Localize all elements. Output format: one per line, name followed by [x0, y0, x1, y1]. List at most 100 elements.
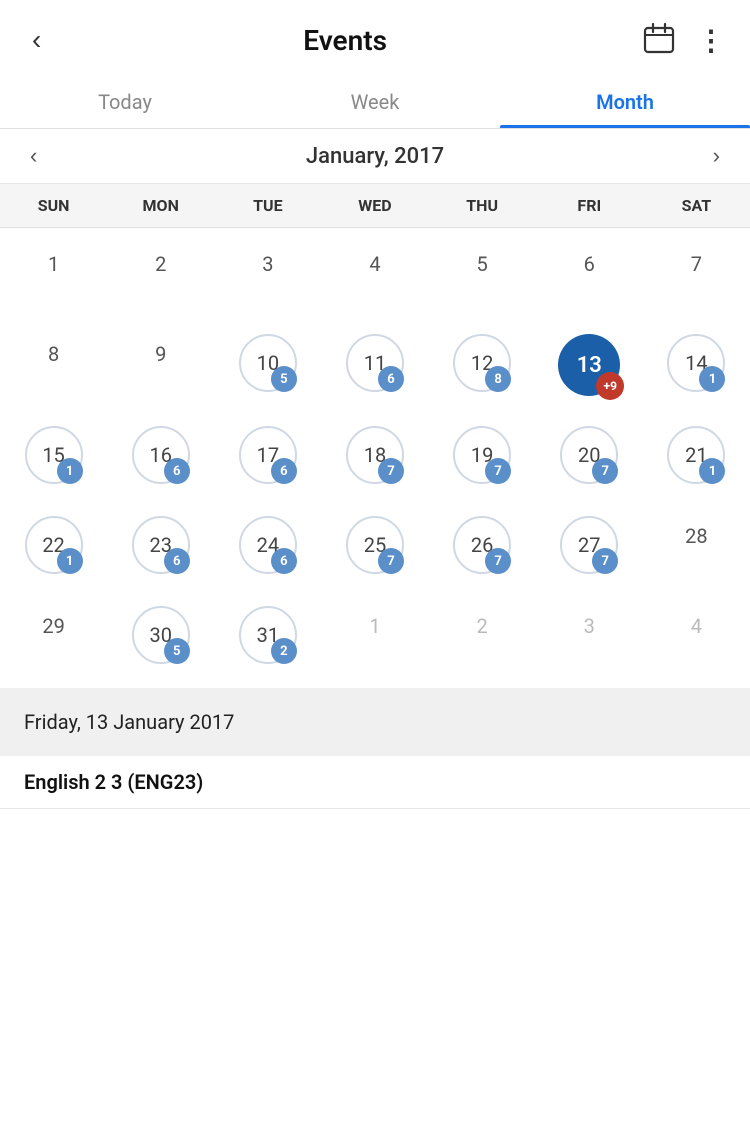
date-number: 9 — [155, 342, 166, 366]
back-button[interactable]: ‹ — [24, 20, 49, 60]
calendar-cell[interactable]: 17 6 — [214, 410, 321, 500]
day-ring: 24 6 — [239, 516, 297, 574]
day-ring: 20 7 — [560, 426, 618, 484]
date-number: 3 — [584, 614, 595, 638]
event-badge: 1 — [57, 548, 83, 574]
day-header-fri: FRI — [536, 192, 643, 219]
info-bar: Friday, 13 January 2017 — [0, 688, 750, 756]
day-ring: 25 7 — [346, 516, 404, 574]
selected-day-circle: 13 +9 — [558, 334, 620, 396]
day-ring: 26 7 — [453, 516, 511, 574]
calendar-cell[interactable]: 21 1 — [643, 410, 750, 500]
more-icon[interactable]: ⋮ — [697, 24, 726, 57]
day-ring: 11 6 — [346, 334, 404, 392]
event-badge: 6 — [164, 458, 190, 484]
tab-today[interactable]: Today — [0, 76, 250, 128]
calendar-cell[interactable]: 3 — [214, 228, 321, 318]
calendar-cell[interactable]: 9 — [107, 318, 214, 410]
tab-bar: Today Week Month — [0, 76, 750, 129]
calendar-cell[interactable]: 1 — [321, 590, 428, 680]
date-number: 7 — [691, 252, 702, 276]
date-number: 5 — [477, 252, 488, 276]
calendar-cell[interactable]: 18 7 — [321, 410, 428, 500]
event-badge: 6 — [164, 548, 190, 574]
calendar-cell[interactable]: 31 2 — [214, 590, 321, 680]
calendar-cell[interactable]: 15 1 — [0, 410, 107, 500]
calendar-cell[interactable]: 12 8 — [429, 318, 536, 410]
calendar-cell[interactable]: 10 5 — [214, 318, 321, 410]
calendar-cell[interactable]: 5 — [429, 228, 536, 318]
date-number: 4 — [369, 252, 380, 276]
day-ring: 14 1 — [667, 334, 725, 392]
date-number: 8 — [48, 342, 59, 366]
app-header: ‹ Events ⋮ — [0, 0, 750, 76]
event-badge: 5 — [164, 638, 190, 664]
calendar-cell[interactable]: 16 6 — [107, 410, 214, 500]
event-badge: 1 — [57, 458, 83, 484]
page-title: Events — [303, 24, 387, 57]
month-title: January, 2017 — [306, 144, 444, 169]
event-badge: 7 — [378, 548, 404, 574]
month-nav: ‹ January, 2017 › — [0, 129, 750, 184]
event-badge: 6 — [271, 548, 297, 574]
calendar-cell[interactable]: 3 — [536, 590, 643, 680]
tab-week[interactable]: Week — [250, 76, 500, 128]
next-month-button[interactable]: › — [703, 139, 730, 173]
event-badge: 2 — [271, 638, 297, 664]
event-badge: 5 — [271, 366, 297, 392]
date-number: 13 — [577, 353, 602, 378]
calendar-cell[interactable]: 23 6 — [107, 500, 214, 590]
calendar-cell[interactable]: 28 — [643, 500, 750, 590]
calendar-icon[interactable] — [641, 20, 677, 60]
date-number: 1 — [369, 614, 380, 638]
event-item[interactable]: English 2 3 (ENG23) — [0, 756, 750, 809]
day-ring: 12 8 — [453, 334, 511, 392]
day-ring: 22 1 — [25, 516, 83, 574]
calendar-grid: 1 2 3 4 5 — [0, 228, 750, 680]
calendar-cell[interactable]: 26 7 — [429, 500, 536, 590]
day-ring: 19 7 — [453, 426, 511, 484]
calendar-cell[interactable]: 2 — [429, 590, 536, 680]
event-badge: 7 — [592, 458, 618, 484]
date-number: 3 — [262, 252, 273, 276]
day-header-wed: WED — [321, 192, 428, 219]
event-badge: 7 — [485, 548, 511, 574]
day-ring: 27 7 — [560, 516, 618, 574]
calendar-cell[interactable]: 8 — [0, 318, 107, 410]
date-number: 28 — [685, 524, 707, 548]
calendar-cell[interactable]: 30 5 — [107, 590, 214, 680]
event-badge: 7 — [378, 458, 404, 484]
date-number: 2 — [155, 252, 166, 276]
day-headers: SUN MON TUE WED THU FRI SAT — [0, 184, 750, 228]
calendar-cell[interactable]: 14 1 — [643, 318, 750, 410]
calendar-cell[interactable]: 1 — [0, 228, 107, 318]
calendar-cell[interactable]: 22 1 — [0, 500, 107, 590]
calendar-cell[interactable]: 2 — [107, 228, 214, 318]
calendar-cell[interactable]: 4 — [321, 228, 428, 318]
event-badge-red: +9 — [596, 372, 624, 400]
tab-month[interactable]: Month — [500, 76, 750, 128]
calendar-cell[interactable]: 20 7 — [536, 410, 643, 500]
calendar-cell[interactable]: 24 6 — [214, 500, 321, 590]
header-icons: ⋮ — [641, 20, 726, 60]
calendar-cell[interactable]: 4 — [643, 590, 750, 680]
calendar-cell[interactable]: 7 — [643, 228, 750, 318]
calendar-cell[interactable]: 6 — [536, 228, 643, 318]
calendar-cell[interactable]: 13 +9 — [536, 318, 643, 410]
date-number: 1 — [48, 252, 59, 276]
event-title: English 2 3 (ENG23) — [24, 770, 203, 794]
date-number: 6 — [584, 252, 595, 276]
event-badge: 6 — [378, 366, 404, 392]
calendar-cell[interactable]: 25 7 — [321, 500, 428, 590]
event-badge: 7 — [592, 548, 618, 574]
day-header-sat: SAT — [643, 192, 750, 219]
day-ring: 16 6 — [132, 426, 190, 484]
calendar-cell[interactable]: 11 6 — [321, 318, 428, 410]
day-header-sun: SUN — [0, 192, 107, 219]
calendar-cell[interactable]: 27 7 — [536, 500, 643, 590]
event-badge: 1 — [699, 366, 725, 392]
calendar-cell[interactable]: 29 — [0, 590, 107, 680]
prev-month-button[interactable]: ‹ — [20, 139, 47, 173]
day-ring: 10 5 — [239, 334, 297, 392]
calendar-cell[interactable]: 19 7 — [429, 410, 536, 500]
